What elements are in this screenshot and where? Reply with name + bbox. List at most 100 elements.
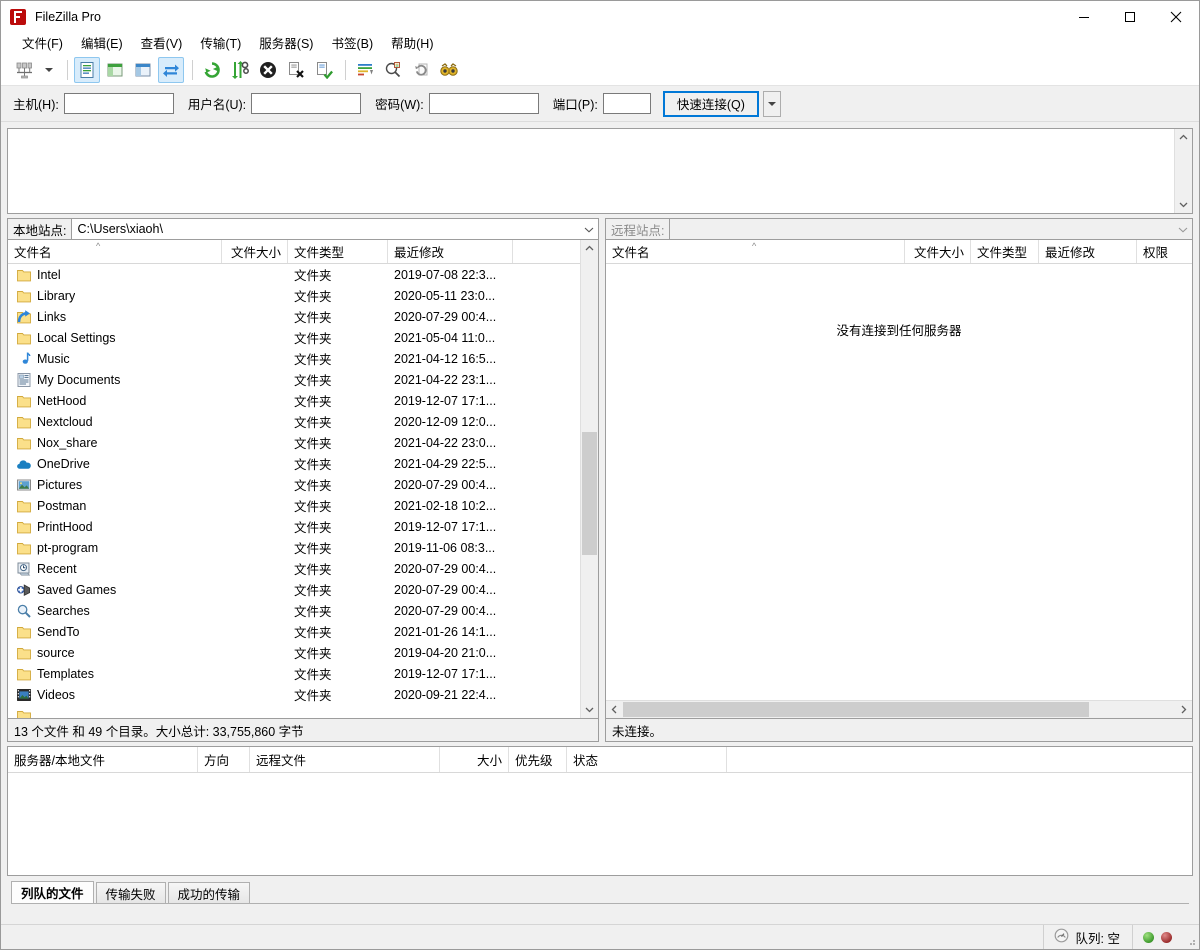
remote-horizontal-scrollbar[interactable] (606, 700, 1192, 718)
table-row[interactable]: Music文件夹2021-04-12 16:5... (8, 348, 580, 369)
maximize-button[interactable] (1107, 1, 1153, 32)
message-log-scroll-track[interactable] (1175, 146, 1192, 196)
tab-successful-transfers[interactable]: 成功的传输 (168, 882, 251, 903)
local-path-value[interactable]: C:\Users\xiaoh\ (72, 222, 580, 236)
folder-icon (16, 519, 32, 535)
quickconnect-button[interactable]: 快速连接(Q) (663, 91, 759, 117)
local-col-type[interactable]: 文件类型 (288, 240, 388, 263)
queue-status[interactable]: 队列: 空 (1044, 925, 1133, 949)
transfer-queue-body[interactable] (8, 773, 1192, 875)
refresh-icon[interactable] (199, 57, 225, 83)
local-vertical-scrollbar[interactable] (580, 240, 598, 718)
menu-bookmarks[interactable]: 书签(B) (323, 31, 381, 55)
table-row[interactable]: Postman文件夹2021-02-18 10:2... (8, 495, 580, 516)
local-rows[interactable]: Intel文件夹2019-07-08 22:3...Library文件夹2020… (8, 264, 580, 718)
remote-hscroll-track[interactable] (623, 701, 1175, 718)
resize-grip-icon[interactable] (1182, 925, 1199, 949)
table-row[interactable]: Videos文件夹2020-09-21 22:4... (8, 684, 580, 705)
directory-comparison-icon[interactable] (380, 57, 406, 83)
remote-col-perms[interactable]: 权限 (1137, 240, 1192, 263)
scroll-down-icon[interactable] (1175, 196, 1192, 213)
row-type-cell: 文件夹 (288, 538, 388, 557)
menu-transfer[interactable]: 传输(T) (192, 31, 249, 55)
menu-view[interactable]: 查看(V) (133, 31, 191, 55)
onedrive-icon (16, 456, 32, 472)
table-row[interactable]: SendTo文件夹2021-01-26 14:1... (8, 621, 580, 642)
site-manager-icon[interactable] (11, 57, 37, 83)
table-row[interactable]: source文件夹2019-04-20 21:0... (8, 642, 580, 663)
port-input[interactable] (603, 93, 651, 114)
scroll-left-icon[interactable] (606, 701, 623, 718)
cancel-operation-icon[interactable] (255, 57, 281, 83)
tab-queued-files[interactable]: 列队的文件 (11, 881, 94, 903)
table-row[interactable]: Library文件夹2020-05-11 23:0... (8, 285, 580, 306)
table-row[interactable]: Nextcloud文件夹2020-12-09 12:0... (8, 411, 580, 432)
menu-server[interactable]: 服务器(S) (251, 31, 321, 55)
local-status-bar: 13 个文件 和 49 个目录。大小总计: 33,755,860 字节 (7, 719, 599, 742)
remote-col-size[interactable]: 文件大小 (905, 240, 971, 263)
local-path-combo[interactable]: C:\Users\xiaoh\ (71, 218, 599, 240)
table-row[interactable]: NetHood文件夹2019-12-07 17:1... (8, 390, 580, 411)
table-row[interactable]: Saved Games文件夹2020-07-29 00:4... (8, 579, 580, 600)
table-row[interactable]: My Documents文件夹2021-04-22 23:1... (8, 369, 580, 390)
message-log-scrollbar[interactable] (1174, 129, 1192, 213)
quickconnect-history-dropdown[interactable] (763, 91, 781, 117)
queue-col-status[interactable]: 状态 (567, 747, 727, 772)
menu-help[interactable]: 帮助(H) (383, 31, 441, 55)
host-input[interactable] (64, 93, 174, 114)
queue-col-direction[interactable]: 方向 (198, 747, 250, 772)
table-row[interactable]: pt-program文件夹2019-11-06 08:3... (8, 537, 580, 558)
table-row[interactable]: Local Settings文件夹2021-05-04 11:0... (8, 327, 580, 348)
table-row[interactable]: Links文件夹2020-07-29 00:4... (8, 306, 580, 327)
remote-path-combo[interactable] (669, 218, 1193, 240)
table-row[interactable] (8, 705, 580, 718)
remote-hscroll-thumb[interactable] (623, 702, 1089, 717)
toggle-message-log-icon[interactable] (74, 57, 100, 83)
close-button[interactable] (1153, 1, 1199, 32)
local-scroll-track[interactable] (581, 257, 598, 701)
table-row[interactable]: PrintHood文件夹2019-12-07 17:1... (8, 516, 580, 537)
menu-file[interactable]: 文件(F) (14, 31, 71, 55)
table-row[interactable]: Pictures文件夹2020-07-29 00:4... (8, 474, 580, 495)
row-name-cell: Links (8, 309, 222, 325)
queue-col-server-local[interactable]: 服务器/本地文件 (8, 747, 198, 772)
local-col-name[interactable]: 文件名 ^ (8, 240, 222, 263)
queue-col-size[interactable]: 大小 (440, 747, 509, 772)
process-queue-icon[interactable] (227, 57, 253, 83)
minimize-button[interactable] (1061, 1, 1107, 32)
table-row[interactable]: Templates文件夹2019-12-07 17:1... (8, 663, 580, 684)
scroll-right-icon[interactable] (1175, 701, 1192, 718)
search-remote-files-icon[interactable] (436, 57, 462, 83)
scroll-up-icon[interactable] (1175, 129, 1192, 146)
remote-col-name[interactable]: 文件名 ^ (606, 240, 905, 263)
scroll-down-icon[interactable] (581, 701, 598, 718)
disconnect-icon[interactable] (283, 57, 309, 83)
tab-failed-transfers[interactable]: 传输失败 (96, 882, 166, 903)
toggle-local-tree-icon[interactable] (102, 57, 128, 83)
username-input[interactable] (251, 93, 361, 114)
local-col-modified[interactable]: 最近修改 (388, 240, 513, 263)
filter-icon[interactable] (352, 57, 378, 83)
table-row[interactable]: Nox_share文件夹2021-04-22 23:0... (8, 432, 580, 453)
queue-col-remote-file[interactable]: 远程文件 (250, 747, 440, 772)
synchronized-browsing-icon[interactable] (408, 57, 434, 83)
remote-pane: 远程站点: 文件名 ^ 文件大小 (605, 218, 1193, 742)
remote-col-modified[interactable]: 最近修改 (1039, 240, 1137, 263)
table-row[interactable]: OneDrive文件夹2021-04-29 22:5... (8, 453, 580, 474)
scroll-up-icon[interactable] (581, 240, 598, 257)
chevron-down-icon[interactable] (1174, 226, 1192, 233)
password-input[interactable] (429, 93, 539, 114)
reconnect-icon[interactable] (311, 57, 337, 83)
local-col-size[interactable]: 文件大小 (222, 240, 288, 263)
toggle-remote-tree-icon[interactable] (130, 57, 156, 83)
table-row[interactable]: Searches文件夹2020-07-29 00:4... (8, 600, 580, 621)
queue-col-priority[interactable]: 优先级 (509, 747, 567, 772)
menu-edit[interactable]: 编辑(E) (73, 31, 131, 55)
remote-col-type[interactable]: 文件类型 (971, 240, 1039, 263)
toggle-transfer-queue-icon[interactable] (158, 57, 184, 83)
table-row[interactable]: Intel文件夹2019-07-08 22:3... (8, 264, 580, 285)
site-manager-dropdown-icon[interactable] (39, 57, 59, 83)
chevron-down-icon[interactable] (580, 226, 598, 233)
local-scroll-thumb[interactable] (582, 432, 597, 555)
table-row[interactable]: Recent文件夹2020-07-29 00:4... (8, 558, 580, 579)
